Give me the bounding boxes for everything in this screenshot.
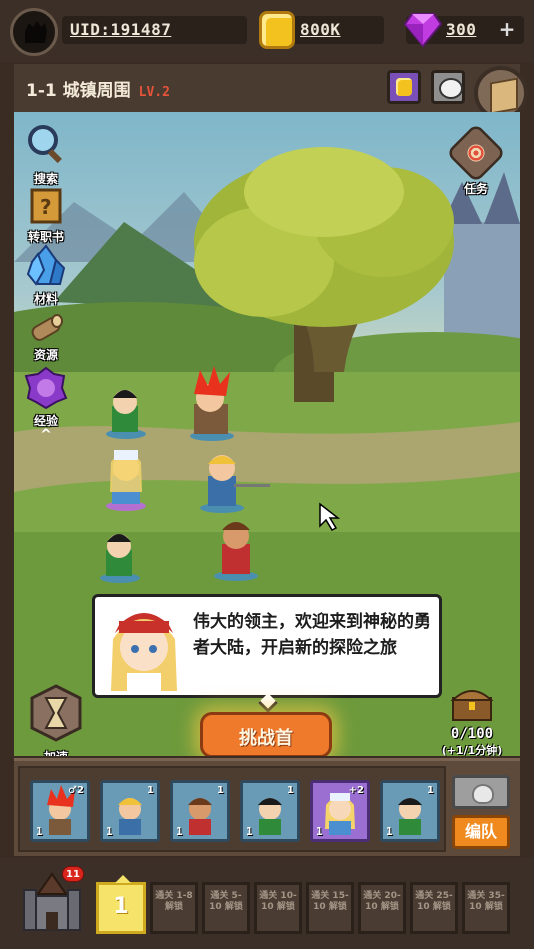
hero-slot-5[interactable]: 1 +2 bbox=[310, 780, 370, 842]
job-book-icon: ? bbox=[30, 188, 62, 224]
team-panel: 1 ♂2 1 1 1 1 1 1 1 +2 1 1 编队 bbox=[14, 758, 520, 856]
gold-coin-icon bbox=[259, 11, 295, 49]
exp-orb-icon bbox=[24, 366, 68, 410]
magnifier-icon bbox=[28, 125, 62, 164]
chest-count: 0/100 bbox=[450, 726, 494, 742]
hero-slot-2[interactable]: 1 1 bbox=[100, 780, 160, 842]
current-level-tile[interactable]: 1 bbox=[96, 875, 146, 934]
add-gems-button[interactable]: + bbox=[496, 18, 518, 40]
hero-slot-4[interactable]: 1 1 bbox=[240, 780, 300, 842]
slot-level: 1 bbox=[106, 825, 113, 838]
avatar-silhouette-icon bbox=[25, 21, 47, 43]
treasure-chest[interactable]: 0/100 (+1/1分钟) bbox=[430, 686, 514, 756]
gold-amount: 800K bbox=[300, 20, 341, 39]
locked-level-tile[interactable]: 通关 10-10 解锁 bbox=[254, 882, 302, 934]
uid-text: UID:191487 bbox=[70, 20, 172, 39]
npc-portrait bbox=[111, 613, 177, 691]
svg-text:?: ? bbox=[40, 195, 52, 219]
stage-level: LV.2 bbox=[138, 85, 170, 100]
wood-log-icon bbox=[31, 314, 63, 341]
slot-level: 1 bbox=[316, 825, 323, 838]
stage-header: 1-1 城镇周围 LV.2 bbox=[14, 64, 520, 112]
locked-level-tile[interactable]: 通关 25-10 解锁 bbox=[410, 882, 458, 934]
experience-button[interactable]: 经验 ^ bbox=[16, 366, 76, 442]
locked-level-tile[interactable]: 通关 1-8 解锁 bbox=[150, 882, 198, 934]
locked-level-tile[interactable]: 通关 5-10 解锁 bbox=[202, 882, 250, 934]
slot-tag: ♂2 bbox=[68, 785, 84, 796]
slot-level: 1 bbox=[36, 825, 43, 838]
top-resource-bar: UID:191487 800K 300 + bbox=[0, 0, 534, 62]
target-icon bbox=[445, 122, 507, 184]
purple-gem-icon bbox=[404, 13, 442, 48]
npc-dialog[interactable]: 伟大的领主，欢迎来到神秘的勇者大陆，开启新的探险之旅 bbox=[92, 594, 442, 713]
materials-label: 材料 bbox=[33, 292, 58, 306]
uid-display: UID:191487 bbox=[62, 16, 247, 44]
gem-amount: 300 bbox=[446, 20, 477, 39]
player-avatar[interactable] bbox=[10, 8, 58, 56]
slot-tag: 1 bbox=[287, 785, 294, 796]
slot-level: 1 bbox=[176, 825, 183, 838]
speed-up-label: 加速 bbox=[44, 750, 68, 756]
collapse-chevron-icon[interactable]: ^ bbox=[16, 428, 76, 442]
stage-title: 1-1 城镇周围 LV.2 bbox=[26, 76, 170, 101]
challenge-boss-button[interactable]: 挑战首 bbox=[200, 712, 332, 756]
dialog-text: 伟大的领主，欢迎来到神秘的勇者大陆，开启新的探险之旅 bbox=[193, 612, 431, 658]
slot-level: 1 bbox=[386, 825, 393, 838]
chest-rate: (+1/1分钟) bbox=[441, 744, 503, 756]
quest-button[interactable]: 任务 bbox=[445, 122, 507, 197]
notification-badge: 11 bbox=[62, 866, 84, 882]
team-edit-button[interactable]: 编队 bbox=[452, 815, 510, 849]
hero-slot-6[interactable]: 1 1 bbox=[380, 780, 440, 842]
coin-shop-button[interactable] bbox=[387, 70, 421, 104]
hero-slot-row: 1 ♂2 1 1 1 1 1 1 1 +2 1 1 bbox=[18, 766, 446, 852]
hero-slot-3[interactable]: 1 1 bbox=[170, 780, 230, 842]
resources-label: 资源 bbox=[33, 348, 58, 362]
hourglass-icon bbox=[30, 684, 82, 742]
favorite-heart-button[interactable] bbox=[452, 775, 510, 809]
search-label: 搜索 bbox=[33, 172, 58, 186]
slot-tag: +2 bbox=[348, 785, 364, 796]
resources-button[interactable]: 资源 bbox=[16, 312, 76, 363]
search-button[interactable]: 搜索 bbox=[16, 122, 76, 187]
materials-button[interactable]: 材料 bbox=[16, 244, 76, 307]
quest-label: 任务 bbox=[463, 182, 488, 196]
slot-level: 1 bbox=[246, 825, 253, 838]
job-book-button[interactable]: ? 转职书 bbox=[16, 186, 76, 245]
battle-scene: 搜索 ? 转职书 材料 资源 经验 ^ 任务 伟大的领主，欢迎来到神秘的勇者大陆… bbox=[14, 112, 520, 756]
level-select-bar: 11 1 通关 1-8 解锁 通关 5-10 解锁 通关 10-10 解锁 通关… bbox=[0, 858, 534, 949]
job-book-label: 转职书 bbox=[27, 230, 64, 244]
crystal-icon bbox=[26, 244, 66, 286]
chat-bubble-button[interactable] bbox=[431, 70, 465, 104]
hero-slot-1[interactable]: 1 ♂2 bbox=[30, 780, 90, 842]
challenge-label: 挑战首 bbox=[239, 728, 293, 749]
chest-icon bbox=[450, 690, 494, 721]
stage-name: 1-1 城镇周围 bbox=[26, 81, 131, 101]
locked-level-tile[interactable]: 通关 15-10 解锁 bbox=[306, 882, 354, 934]
slot-tag: 1 bbox=[217, 785, 224, 796]
locked-level-tile[interactable]: 通关 20-10 解锁 bbox=[358, 882, 406, 934]
speed-up-button[interactable]: 加速 bbox=[26, 684, 86, 756]
slot-tag: 1 bbox=[427, 785, 434, 796]
locked-level-tile[interactable]: 通关 35-10 解锁 bbox=[462, 882, 510, 934]
slot-tag: 1 bbox=[147, 785, 154, 796]
